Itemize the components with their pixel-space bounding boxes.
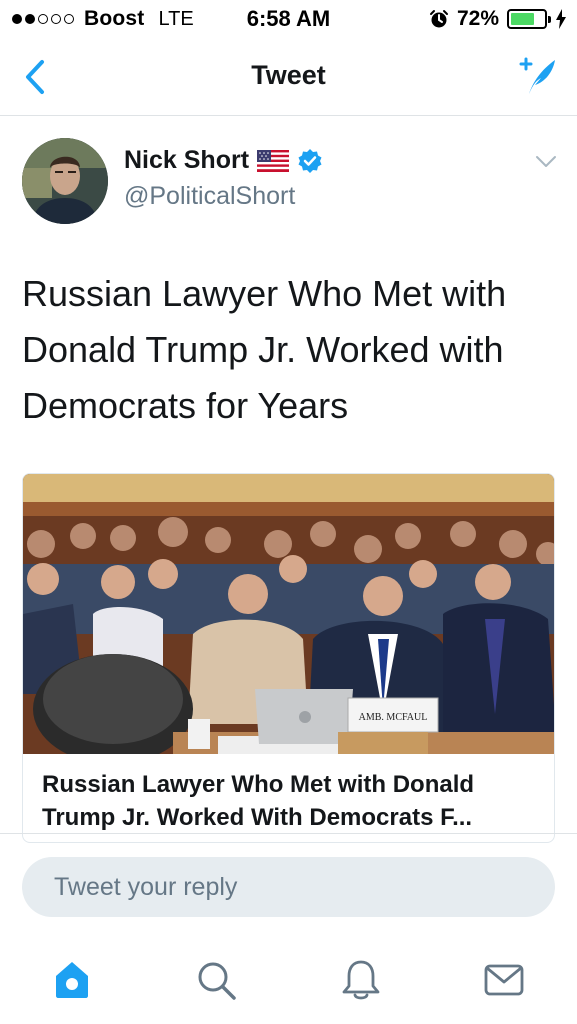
home-icon[interactable] bbox=[50, 958, 94, 1002]
reply-box[interactable] bbox=[22, 857, 555, 917]
card-title[interactable]: Russian Lawyer Who Met with Donald Trump… bbox=[42, 768, 542, 834]
card-title-line: Trump Jr. Worked With Democrats F... bbox=[42, 804, 473, 831]
author-handle[interactable]: @PoliticalShort bbox=[124, 182, 295, 211]
chevron-down-icon[interactable] bbox=[535, 154, 557, 170]
author-name-row[interactable]: Nick Short bbox=[124, 146, 323, 175]
verified-badge-icon bbox=[298, 148, 322, 173]
avatar[interactable] bbox=[22, 138, 108, 224]
author-name[interactable]: Nick Short bbox=[124, 146, 249, 175]
battery-fill bbox=[511, 13, 535, 25]
us-flag-icon bbox=[257, 149, 290, 172]
nav-bar: Tweet bbox=[0, 40, 577, 116]
link-card[interactable]: AMB. MCFAUL Russian Lawyer Who Met with … bbox=[22, 473, 555, 843]
compose-tweet-icon[interactable] bbox=[515, 54, 559, 98]
messages-icon[interactable] bbox=[482, 958, 526, 1002]
tweet-text-line: Russian Lawyer Who Met with bbox=[22, 273, 507, 314]
status-bar: Boost LTE 6:58 AM 72% bbox=[0, 0, 577, 40]
tweet-text: Russian Lawyer Who Met with Donald Trump… bbox=[22, 266, 562, 434]
reply-input[interactable] bbox=[22, 857, 555, 917]
status-right: 72% bbox=[429, 7, 567, 31]
battery-icon bbox=[507, 9, 551, 29]
card-nameplate: AMB. MCFAUL bbox=[359, 712, 428, 723]
avatar-image bbox=[22, 138, 108, 224]
card-image: AMB. MCFAUL bbox=[23, 474, 554, 754]
tab-bar bbox=[0, 944, 577, 1024]
battery-percentage: 72% bbox=[456, 7, 499, 30]
notifications-icon[interactable] bbox=[339, 958, 383, 1002]
search-icon[interactable] bbox=[194, 958, 238, 1002]
page-title: Tweet bbox=[251, 60, 326, 90]
tweet-text-line: Donald Trump Jr. Worked with bbox=[22, 329, 504, 370]
alarm-icon bbox=[429, 10, 448, 28]
card-title-line: Russian Lawyer Who Met with Donald bbox=[42, 771, 475, 798]
divider bbox=[0, 833, 577, 834]
charging-icon bbox=[556, 9, 566, 29]
tweet-text-line: Democrats for Years bbox=[22, 385, 349, 426]
